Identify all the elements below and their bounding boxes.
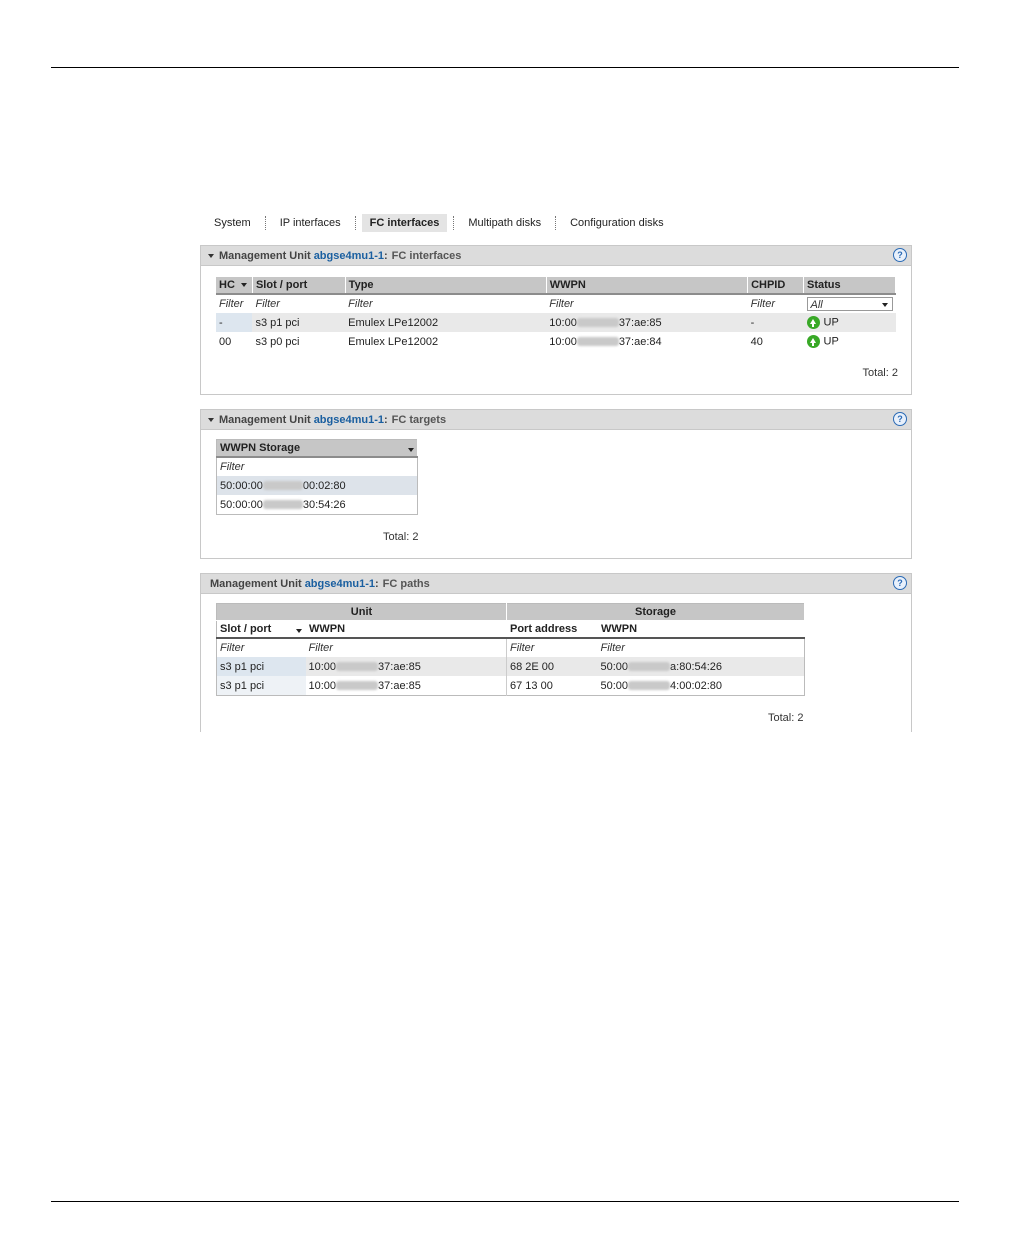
column-header-storage-wwpn[interactable]: WWPN bbox=[597, 620, 805, 639]
tab-system[interactable]: System bbox=[206, 214, 259, 232]
unit-name: abgse4mu1-1 bbox=[304, 577, 375, 590]
redacted-block bbox=[336, 662, 379, 672]
tab-separator bbox=[453, 216, 455, 230]
colon: : bbox=[384, 249, 388, 262]
group-header-unit: Unit bbox=[216, 603, 507, 621]
total-count: Total: 2 bbox=[768, 712, 804, 724]
tab-configuration-disks[interactable]: Configuration disks bbox=[562, 214, 672, 232]
sort-desc-icon bbox=[296, 629, 302, 633]
table-row[interactable]: s3 p1 pci 10:00 37:ae:85 68 2E 00 50:00 a:… bbox=[216, 657, 805, 676]
help-icon[interactable]: ? bbox=[893, 412, 907, 426]
filter-type[interactable]: Filter bbox=[345, 294, 546, 313]
column-header-wwpn[interactable]: WWPN bbox=[546, 277, 749, 295]
panel-title: FC interfaces bbox=[391, 249, 462, 262]
redacted-block bbox=[628, 662, 671, 672]
tab-separator bbox=[264, 216, 266, 230]
table-row[interactable]: s3 p1 pci 10:00 37:ae:85 67 13 00 50:00 4:… bbox=[216, 676, 805, 696]
panel-title: FC paths bbox=[382, 577, 430, 590]
help-icon[interactable]: ? bbox=[893, 576, 907, 590]
group-header-storage: Storage bbox=[506, 603, 805, 621]
filter-hc[interactable]: Filter bbox=[216, 294, 252, 313]
redacted-block bbox=[576, 318, 619, 328]
tab-separator bbox=[555, 216, 557, 230]
status-up-icon bbox=[806, 316, 820, 329]
bottom-rule bbox=[51, 1201, 959, 1202]
tab-multipath-disks[interactable]: Multipath disks bbox=[460, 214, 549, 232]
top-rule bbox=[51, 67, 959, 68]
fc-interfaces-panel: Management Unit abgse4mu1-1 : FC interfa… bbox=[200, 245, 912, 395]
tab-separator bbox=[354, 216, 356, 230]
fc-paths-table: Unit Storage Slot / port WWPN Port addre… bbox=[216, 603, 805, 696]
filter-slot[interactable]: Filter bbox=[217, 638, 306, 657]
sort-desc-icon bbox=[408, 448, 414, 452]
tab-bar: System IP interfaces FC interfaces Multi… bbox=[206, 214, 672, 232]
fc-interfaces-table: HC Slot / port Type WWPN CHPID Status Fi… bbox=[216, 277, 896, 351]
filter-slot[interactable]: Filter bbox=[252, 294, 345, 313]
filter-status[interactable]: All bbox=[804, 294, 896, 313]
status-select[interactable]: All bbox=[806, 297, 893, 311]
total-count: Total: 2 bbox=[383, 531, 419, 543]
total-count: Total: 2 bbox=[862, 367, 898, 379]
filter-storage-wwpn[interactable]: Filter bbox=[598, 638, 805, 657]
column-header-slot[interactable]: Slot / port bbox=[252, 277, 346, 295]
redacted-block bbox=[262, 481, 303, 491]
table-row[interactable]: - s3 p1 pci Emulex LPe12002 10:00 37:ae:8… bbox=[216, 313, 896, 332]
panel-header: Management Unit abgse4mu1-1 : FC paths ? bbox=[201, 574, 911, 594]
column-header-chpid[interactable]: CHPID bbox=[747, 277, 804, 295]
panel-label: Management Unit bbox=[210, 577, 302, 590]
table-row[interactable]: 50:00:00 00:02:80 bbox=[216, 476, 418, 495]
fc-targets-table: WWPN Storage Filter 50:00:00 00:02:80 50:… bbox=[216, 439, 418, 515]
help-icon[interactable]: ? bbox=[893, 248, 907, 262]
column-header-wwpn-storage[interactable]: WWPN Storage bbox=[216, 439, 418, 458]
filter-chpid[interactable]: Filter bbox=[748, 294, 804, 313]
filter-port-address[interactable]: Filter bbox=[506, 638, 598, 657]
filter-wwpn-storage[interactable]: Filter bbox=[217, 457, 418, 476]
colon: : bbox=[375, 577, 379, 590]
column-header-port-address[interactable]: Port address bbox=[506, 620, 598, 639]
redacted-block bbox=[576, 337, 619, 347]
panel-header: Management Unit abgse4mu1-1 : FC interfa… bbox=[201, 246, 911, 266]
redacted-block bbox=[336, 681, 379, 691]
unit-name: abgse4mu1-1 bbox=[313, 249, 384, 262]
tab-ip-interfaces[interactable]: IP interfaces bbox=[272, 214, 349, 232]
collapse-icon[interactable] bbox=[208, 417, 214, 422]
dropdown-arrow-icon bbox=[881, 303, 888, 307]
table-row[interactable]: 50:00:00 30:54:26 bbox=[216, 495, 418, 515]
column-header-type[interactable]: Type bbox=[345, 277, 547, 295]
redacted-block bbox=[628, 681, 671, 691]
panel-label: Management Unit bbox=[219, 413, 311, 426]
tab-fc-interfaces[interactable]: FC interfaces bbox=[361, 214, 448, 232]
table-row[interactable]: 00 s3 p0 pci Emulex LPe12002 10:00 37:ae:… bbox=[216, 332, 896, 351]
unit-name: abgse4mu1-1 bbox=[313, 413, 384, 426]
collapse-icon[interactable] bbox=[208, 253, 214, 258]
filter-wwpn[interactable]: Filter bbox=[546, 294, 747, 313]
column-header-hc[interactable]: HC bbox=[216, 277, 253, 295]
colon: : bbox=[384, 413, 388, 426]
column-header-slot[interactable]: Slot / port bbox=[216, 620, 306, 639]
redacted-block bbox=[262, 500, 303, 510]
panel-label: Management Unit bbox=[219, 249, 311, 262]
column-header-status[interactable]: Status bbox=[803, 277, 896, 295]
status-up-icon bbox=[806, 335, 820, 348]
filter-unit-wwpn[interactable]: Filter bbox=[306, 638, 507, 657]
panel-header: Management Unit abgse4mu1-1 : FC targets… bbox=[201, 410, 911, 430]
fc-paths-panel: Management Unit abgse4mu1-1 : FC paths ?… bbox=[200, 573, 912, 732]
panel-title: FC targets bbox=[391, 413, 447, 426]
sort-desc-icon bbox=[240, 283, 247, 288]
fc-targets-panel: Management Unit abgse4mu1-1 : FC targets… bbox=[200, 409, 912, 559]
column-header-unit-wwpn[interactable]: WWPN bbox=[305, 620, 507, 639]
